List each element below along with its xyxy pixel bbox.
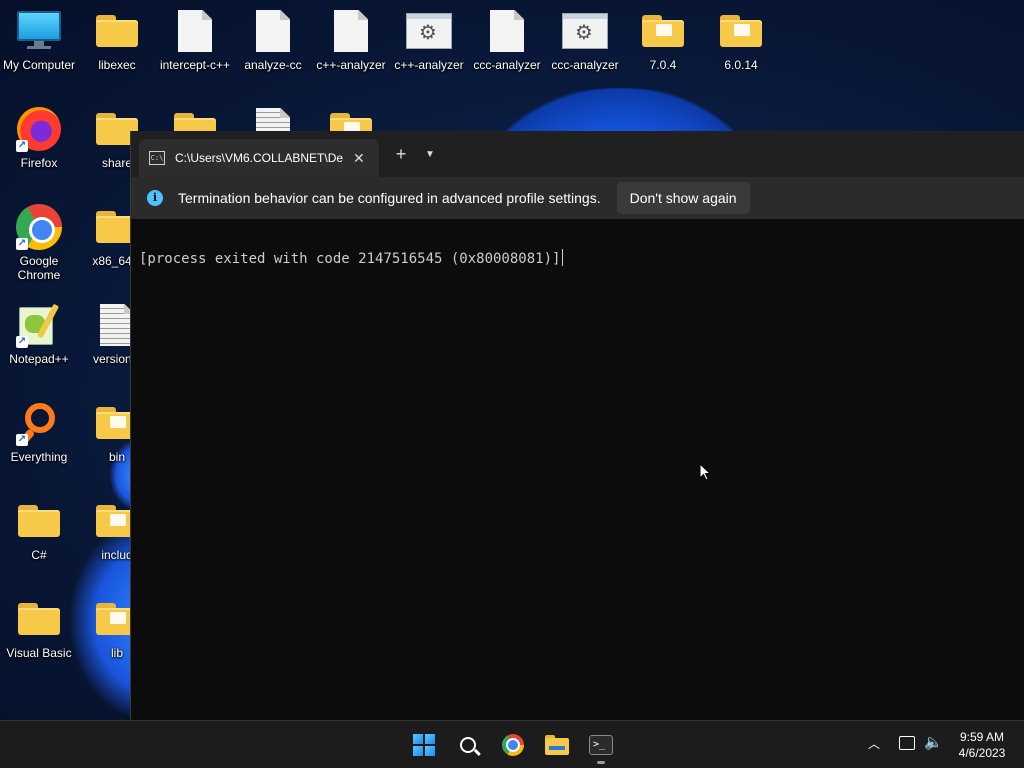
desktop-icon-label: Notepad++	[9, 352, 69, 366]
desktop-icon-cpp-analyzer-exe[interactable]: ⚙ c++-analyzer	[390, 8, 468, 72]
desktop-icon-label: C#	[31, 548, 47, 562]
system-clock[interactable]: 9:59 AM 4/6/2023	[948, 729, 1016, 761]
text-file-icon	[100, 304, 134, 346]
cmd-icon: C:\	[149, 151, 165, 165]
start-button[interactable]	[408, 729, 440, 761]
desktop-icon-cpp-analyzer-script[interactable]: c++-analyzer	[312, 8, 390, 72]
windows-logo-icon	[413, 734, 435, 756]
terminal-output-line: [process exited with code 2147516545 (0x…	[139, 249, 564, 267]
desktop-icon-label: lib	[110, 646, 123, 660]
folder-icon	[18, 505, 60, 537]
desktop-icon-ccc-analyzer-exe[interactable]: ⚙ ccc-analyzer	[546, 8, 624, 72]
clock-time: 9:59 AM	[959, 730, 1005, 744]
executable-icon: ⚙	[406, 13, 452, 49]
tab-title: C:\Users\VM6.COLLABNET\De	[175, 151, 343, 165]
close-tab-button[interactable]: ✕	[353, 150, 365, 167]
terminal-tab[interactable]: C:\ C:\Users\VM6.COLLABNET\De ✕	[139, 139, 379, 177]
folder-icon	[642, 15, 684, 47]
file-explorer-icon	[545, 735, 569, 755]
shortcut-arrow-icon: ↗	[16, 140, 28, 152]
desktop-icon-label: libexec	[98, 58, 136, 72]
volume-icon[interactable]: 🔈	[924, 733, 943, 751]
desktop-icon-label: Everything	[10, 450, 68, 464]
desktop-icon-label: intercept-c++	[159, 58, 231, 72]
desktop-icon-label: My Computer	[2, 58, 76, 72]
desktop-icon-6-0-14[interactable]: 6.0.14	[702, 8, 780, 72]
file-icon	[490, 10, 524, 52]
computer-icon	[17, 11, 61, 51]
desktop-icon-label: 6.0.14	[724, 58, 758, 72]
file-icon	[334, 10, 368, 52]
desktop-icon-label: Visual Basic	[6, 646, 72, 660]
shortcut-arrow-icon: ↗	[16, 434, 28, 446]
file-explorer-button[interactable]	[541, 729, 573, 761]
dont-show-again-button[interactable]: Don't show again	[616, 182, 750, 214]
network-icon[interactable]	[899, 736, 915, 750]
desktop-icon-analyze-cc[interactable]: analyze-cc	[234, 8, 312, 72]
desktop-icon-csharp[interactable]: C#	[0, 498, 78, 562]
taskbar: >_ ︿ 🔈 9:59 AM 4/6/2023	[0, 720, 1024, 768]
info-icon: i	[147, 190, 163, 206]
desktop-icon-visual-basic[interactable]: Visual Basic	[0, 596, 78, 660]
desktop-icon-label: Google Chrome	[17, 254, 61, 282]
desktop-icon-firefox[interactable]: ↗ Firefox	[0, 106, 78, 170]
desktop-icon-libexec[interactable]: libexec	[78, 8, 156, 72]
desktop-icon-label: analyze-cc	[244, 58, 302, 72]
terminal-window[interactable]: C:\ C:\Users\VM6.COLLABNET\De ✕ + ▼ i Te…	[130, 131, 1024, 720]
desktop-icon-label: c++-analyzer	[316, 58, 386, 72]
process-exit-message: [process exited with code 2147516545 (0x…	[139, 251, 561, 267]
terminal-icon: >_	[589, 735, 613, 755]
desktop-icon-label: bin	[108, 450, 125, 464]
folder-icon	[720, 15, 762, 47]
folder-icon	[18, 603, 60, 635]
show-hidden-icons-chevron-icon[interactable]: ︿	[868, 735, 880, 752]
folder-icon	[96, 15, 138, 47]
info-bar: i Termination behavior can be configured…	[131, 177, 1024, 219]
desktop-icon-label: Firefox	[20, 156, 58, 170]
search-icon	[460, 737, 476, 753]
new-tab-button[interactable]: +	[389, 143, 413, 167]
desktop-icon-label: c++-analyzer	[394, 58, 464, 72]
shortcut-arrow-icon: ↗	[16, 238, 28, 250]
desktop-icon-label: share	[101, 156, 133, 170]
terminal-output-area[interactable]: [process exited with code 2147516545 (0x…	[131, 219, 1024, 720]
desktop-icon-label: ccc-analyzer	[551, 58, 619, 72]
file-icon	[256, 10, 290, 52]
desktop-icon-everything[interactable]: ↗ Everything	[0, 400, 78, 464]
text-cursor	[562, 249, 564, 266]
shortcut-arrow-icon: ↗	[16, 336, 28, 348]
terminal-titlebar[interactable]: C:\ C:\Users\VM6.COLLABNET\De ✕ + ▼	[131, 131, 1024, 177]
desktop-icon-my-computer[interactable]: My Computer	[0, 8, 78, 72]
clock-date: 4/6/2023	[958, 746, 1006, 760]
file-icon	[178, 10, 212, 52]
terminal-button[interactable]: >_	[585, 729, 617, 761]
desktop-icon-7-0-4[interactable]: 7.0.4	[624, 8, 702, 72]
chevron-down-icon[interactable]: ▼	[419, 143, 441, 167]
executable-icon: ⚙	[562, 13, 608, 49]
desktop-icon-intercept-cpp[interactable]: intercept-c++	[156, 8, 234, 72]
chrome-button[interactable]	[497, 729, 529, 761]
desktop-icon-label: 7.0.4	[649, 58, 677, 72]
desktop-icon-google-chrome[interactable]: ↗ Google Chrome	[0, 204, 78, 282]
chrome-icon	[502, 734, 524, 756]
desktop-icon-label: ccc-analyzer	[473, 58, 541, 72]
active-app-indicator	[597, 761, 605, 764]
info-message: Termination behavior can be configured i…	[178, 190, 601, 206]
desktop-icon-label: includ	[101, 548, 133, 562]
mouse-cursor-icon	[699, 462, 712, 481]
search-button[interactable]	[452, 729, 484, 761]
desktop-icon-ccc-analyzer-script[interactable]: ccc-analyzer	[468, 8, 546, 72]
desktop-icon-notepadplusplus[interactable]: ↗ Notepad++	[0, 302, 78, 366]
